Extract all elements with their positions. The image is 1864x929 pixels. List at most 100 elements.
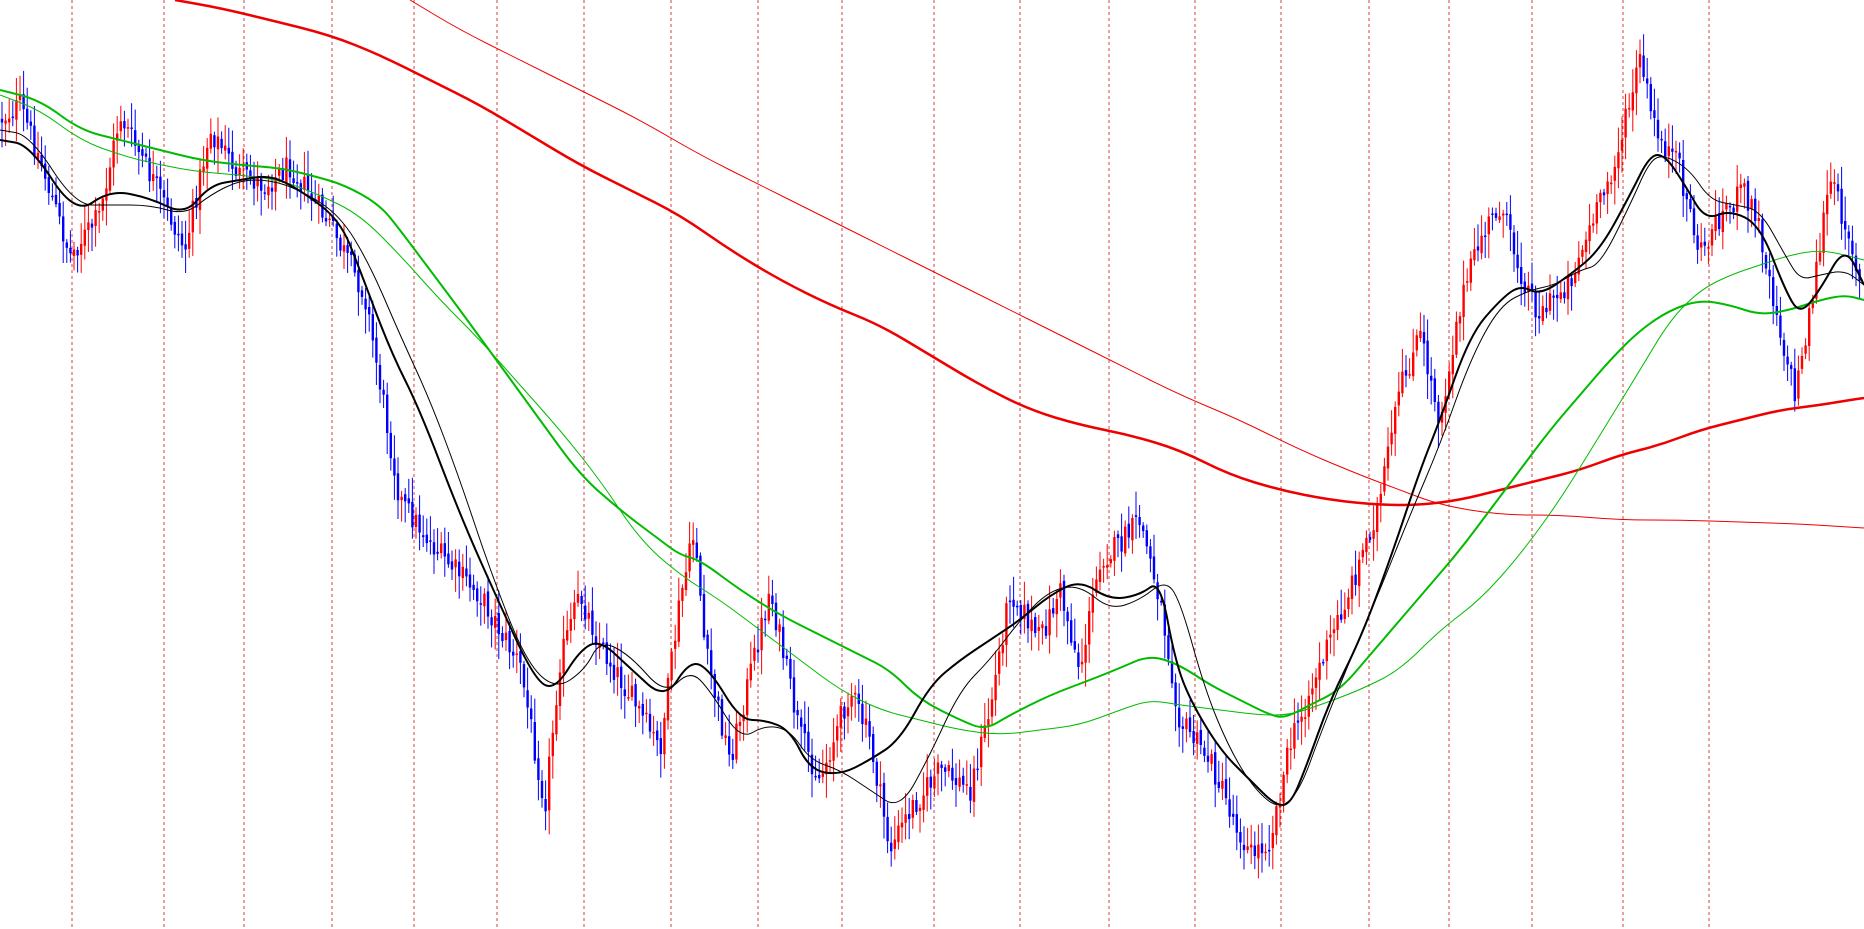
- candle-body-bear: [260, 176, 263, 191]
- candle-body-bull: [645, 712, 648, 715]
- candle-body-bear: [1642, 55, 1645, 77]
- candle-body-bear: [213, 135, 216, 148]
- candle-body-bull: [1394, 407, 1397, 434]
- candle-body-bull: [1408, 374, 1411, 376]
- candle-body-bull: [1800, 356, 1804, 369]
- candle-body-bull: [1498, 216, 1501, 220]
- candle-body-bull: [1581, 249, 1584, 257]
- candle-body-bull: [958, 777, 961, 787]
- candle-body-bull: [1638, 54, 1642, 68]
- candle-body-bear: [731, 753, 734, 760]
- candle-body-bear: [1138, 517, 1141, 526]
- candle-body-bear: [1656, 119, 1660, 139]
- candle-body-bull: [1286, 747, 1289, 775]
- candle-body-bull: [1271, 833, 1274, 849]
- candle-body-bear: [929, 776, 932, 788]
- candle-body-bear: [227, 147, 230, 154]
- candle-body-bear: [346, 245, 349, 253]
- candle-body-bear: [65, 242, 68, 248]
- candle-body-bull: [1707, 247, 1710, 249]
- candle-body-bear: [1034, 617, 1037, 633]
- candle-body-bull: [1361, 549, 1364, 558]
- candle-body-bull: [400, 496, 403, 501]
- candle-body-bear: [436, 551, 439, 554]
- candle-body-bull: [936, 762, 940, 774]
- candle-body-bull: [587, 612, 590, 619]
- candle-body-bull: [1037, 627, 1040, 631]
- candle-body-bull: [112, 140, 115, 168]
- candle-body-bear: [1786, 356, 1789, 365]
- candle-body-bear: [580, 596, 583, 604]
- candle-body-bull: [674, 640, 677, 649]
- candle-body-bull: [1386, 446, 1390, 469]
- candle-body-bear: [537, 758, 540, 780]
- candle-body-bear: [1239, 832, 1242, 843]
- candle-body-bear: [26, 108, 29, 123]
- candle-body-bear: [33, 125, 36, 157]
- candle-body-bull: [1473, 249, 1476, 261]
- candle-body-bull: [1574, 273, 1577, 284]
- candle-body-bull: [188, 232, 191, 249]
- candle-body-bear: [620, 666, 623, 688]
- candle-body-bear: [1260, 843, 1264, 854]
- candle-body-bear: [288, 159, 292, 178]
- candle-body-bull: [8, 118, 11, 123]
- candle-body-bear: [1782, 339, 1786, 356]
- candle-body-bear: [1779, 315, 1782, 338]
- candle-body-bull: [850, 696, 853, 707]
- candle-body-bull: [1541, 306, 1544, 322]
- candle-body-bear: [861, 703, 864, 725]
- candle-body-bear: [1026, 603, 1030, 629]
- candle-body-bear: [69, 247, 72, 254]
- candle-body-bear: [530, 708, 533, 720]
- candle-body-bull: [1818, 252, 1822, 262]
- candle-body-bear: [1703, 241, 1706, 246]
- candle-body-bull: [256, 177, 259, 187]
- candle-body-bull: [504, 632, 508, 641]
- candle-body-bear: [418, 514, 421, 533]
- candle-body-bear: [1844, 221, 1847, 230]
- candle-body-bear: [1199, 730, 1202, 745]
- candle-body-bear: [1149, 546, 1152, 559]
- candle-body-bear: [1142, 525, 1145, 532]
- candle-body-bull: [836, 726, 839, 741]
- candle-body-bull: [1372, 530, 1375, 539]
- candle-body-bear: [396, 473, 400, 501]
- candle-body-bull: [1102, 566, 1105, 568]
- candle-body-bull: [1700, 242, 1703, 248]
- candle-body-bear: [969, 786, 972, 801]
- candle-body-bear: [1214, 752, 1217, 785]
- candle-body-bear: [1685, 193, 1688, 200]
- candle-body-bull: [83, 229, 86, 246]
- candle-body-bear: [782, 626, 785, 658]
- candle-body-bull: [1080, 661, 1084, 665]
- candle-body-bull: [1185, 718, 1188, 730]
- candle-body-bull: [216, 136, 220, 150]
- candle-body-bull: [1246, 846, 1249, 850]
- candle-body-bear: [263, 192, 266, 194]
- candle-body-bear: [1170, 661, 1174, 684]
- candle-body-bull: [1401, 371, 1404, 394]
- candle-body-bear: [1505, 213, 1508, 216]
- candle-body-bull: [87, 222, 90, 230]
- candle-body-bull: [1548, 293, 1552, 311]
- candle-body-bear: [1178, 707, 1181, 728]
- candle-body-bull: [918, 807, 922, 811]
- candle-body-bear: [1678, 152, 1681, 159]
- candle-body-bull: [1667, 146, 1670, 157]
- candle-body-bull: [900, 822, 904, 828]
- candle-body-bear: [137, 145, 140, 152]
- candle-body-bull: [1487, 216, 1490, 235]
- candle-body-bull: [1257, 844, 1260, 859]
- candle-body-bear: [382, 389, 385, 395]
- candle-body-bear: [486, 591, 490, 617]
- candle-body-bear: [648, 713, 652, 732]
- candle-body-bear: [58, 202, 61, 217]
- candle-body-bear: [1426, 340, 1429, 375]
- candle-body-bull: [80, 243, 83, 255]
- candle-body-bear: [1206, 755, 1210, 762]
- candle-body-bull: [440, 543, 443, 554]
- candle-body-bull: [846, 707, 850, 717]
- candle-body-bear: [1494, 213, 1498, 218]
- candle-body-bear: [634, 684, 637, 707]
